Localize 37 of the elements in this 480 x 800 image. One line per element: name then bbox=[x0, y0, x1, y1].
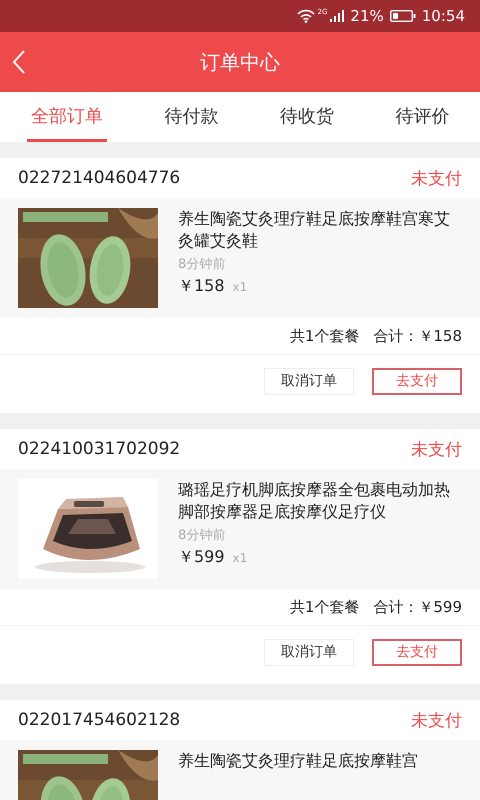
quantity: x1 bbox=[232, 280, 248, 294]
quantity: x1 bbox=[232, 551, 248, 565]
product-price: ￥599 bbox=[178, 547, 225, 568]
order-time: 8分钟前 bbox=[178, 527, 226, 544]
back-icon bbox=[12, 49, 26, 75]
cancel-order-button[interactable]: 取消订单 bbox=[264, 368, 354, 394]
product-row[interactable]: 璐瑶足疗机脚底按摩器全包裹电动加热脚部按摩器足底按摩仪足疗仪 8分钟前 ￥599 x1 bbox=[0, 469, 480, 589]
product-title: 养生陶瓷艾灸理疗鞋足底按摩鞋宫 bbox=[178, 750, 419, 772]
order-tab[interactable]: 待评价 bbox=[391, 92, 454, 142]
cancel-order-button[interactable]: 取消订单 bbox=[264, 638, 354, 666]
order-status: 未支付 bbox=[411, 168, 462, 190]
product-row[interactable]: 养生陶瓷艾灸理疗鞋足底按摩鞋宫 bbox=[0, 740, 480, 800]
page-title: 订单中心 bbox=[200, 48, 280, 76]
battery-percent: 21% bbox=[350, 7, 384, 25]
clock: 10:54 bbox=[422, 7, 465, 25]
order-tab[interactable]: 待付款 bbox=[160, 92, 222, 142]
order-total: 合计：￥158 bbox=[373, 326, 462, 346]
battery-icon bbox=[390, 10, 416, 22]
order-total: 合计：￥599 bbox=[373, 598, 462, 616]
product-title: 养生陶瓷艾灸理疗鞋足底按摩鞋宫寒艾灸罐艾灸鞋 bbox=[178, 208, 451, 252]
signal-icon bbox=[330, 10, 344, 22]
wifi-icon bbox=[296, 9, 315, 23]
order-tab[interactable]: 待收货 bbox=[276, 92, 338, 142]
product-row[interactable]: 养生陶瓷艾灸理疗鞋足底按摩鞋宫寒艾灸罐艾灸鞋 8分钟前 ￥158 x1 bbox=[0, 198, 480, 318]
pay-button[interactable]: 去支付 bbox=[372, 368, 462, 394]
pay-button[interactable]: 去支付 bbox=[372, 638, 462, 666]
order-number: 022017454602128 bbox=[18, 710, 180, 730]
product-title: 璐瑶足疗机脚底按摩器全包裹电动加热脚部按摩器足底按摩仪足疗仪 bbox=[178, 479, 451, 523]
order-status: 未支付 bbox=[411, 710, 462, 732]
order-time: 8分钟前 bbox=[178, 256, 226, 273]
product-price: ￥158 bbox=[178, 276, 225, 297]
package-count: 共1个套餐 bbox=[290, 598, 360, 616]
order-tab[interactable]: 全部订单 bbox=[26, 92, 107, 142]
package-count: 共1个套餐 bbox=[290, 326, 360, 346]
order-status: 未支付 bbox=[411, 438, 462, 460]
order-number: 022721404604776 bbox=[18, 168, 180, 188]
order-number: 022410031702092 bbox=[18, 439, 180, 459]
